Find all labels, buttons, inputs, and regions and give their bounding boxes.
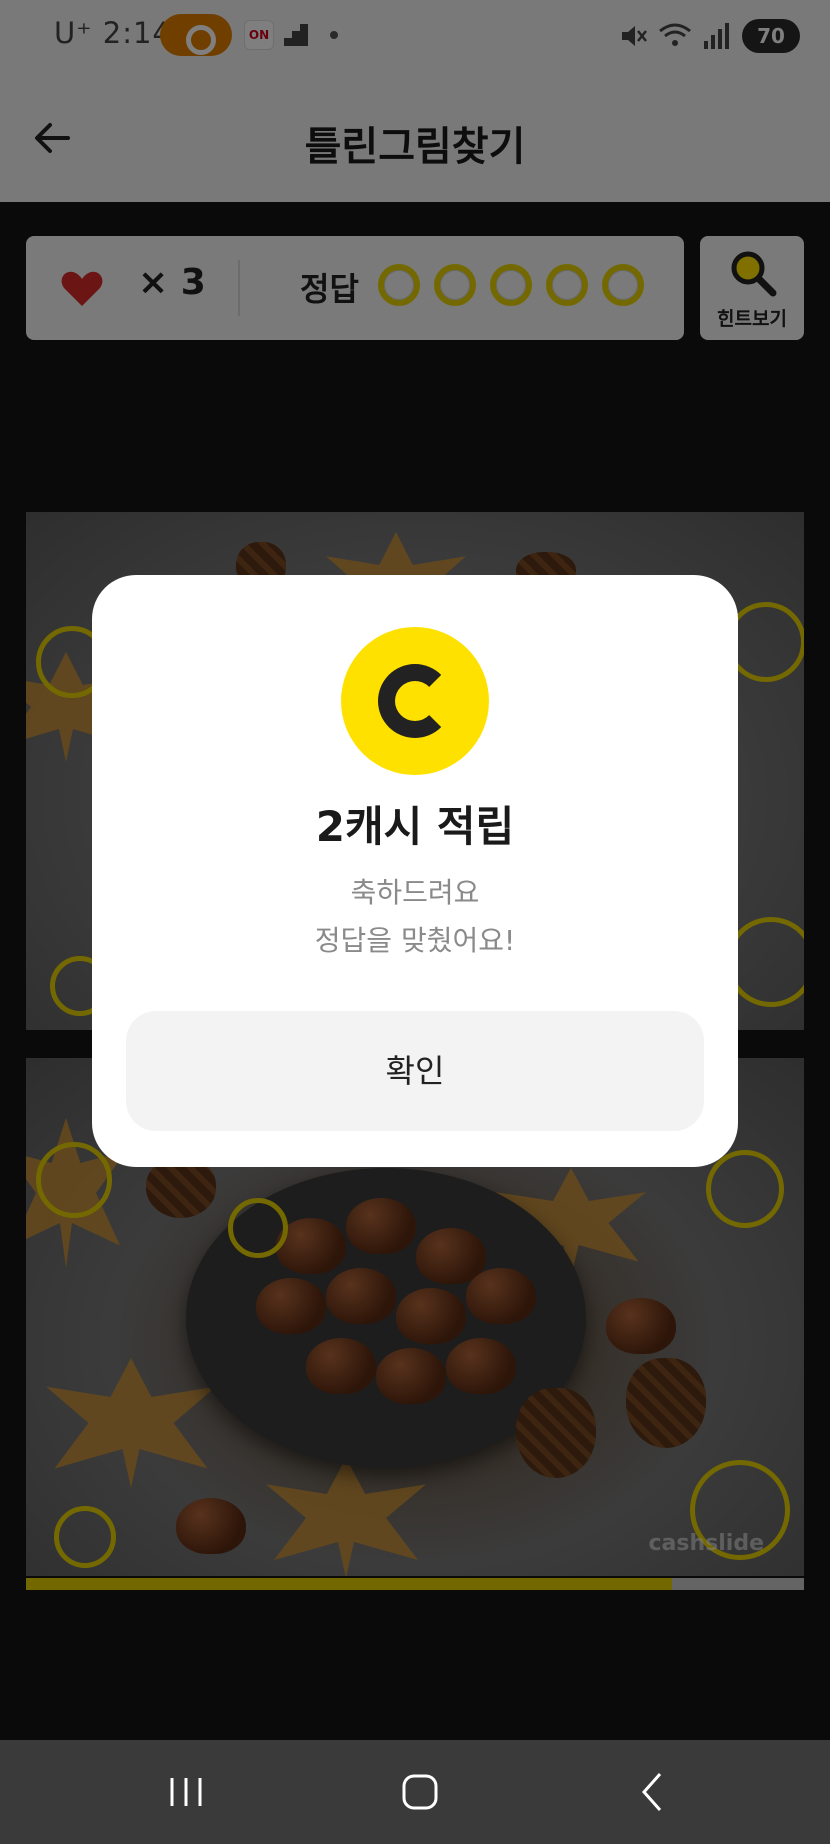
modal-title: 2캐시 적립	[315, 802, 515, 851]
back-nav-icon[interactable]	[612, 1760, 692, 1824]
modal-message-line2: 정답을 맞췄어요!	[314, 924, 516, 957]
recent-apps-icon[interactable]	[146, 1760, 226, 1824]
system-nav-bar	[0, 1740, 830, 1844]
home-icon[interactable]	[380, 1760, 460, 1824]
cash-coin-icon	[341, 627, 489, 775]
coin-letter	[378, 664, 452, 738]
reward-modal: 2캐시 적립 축하드려요 정답을 맞췄어요! 확인	[92, 575, 738, 1167]
confirm-button[interactable]: 확인	[126, 1011, 704, 1131]
modal-message-line1: 축하드려요	[350, 876, 480, 909]
